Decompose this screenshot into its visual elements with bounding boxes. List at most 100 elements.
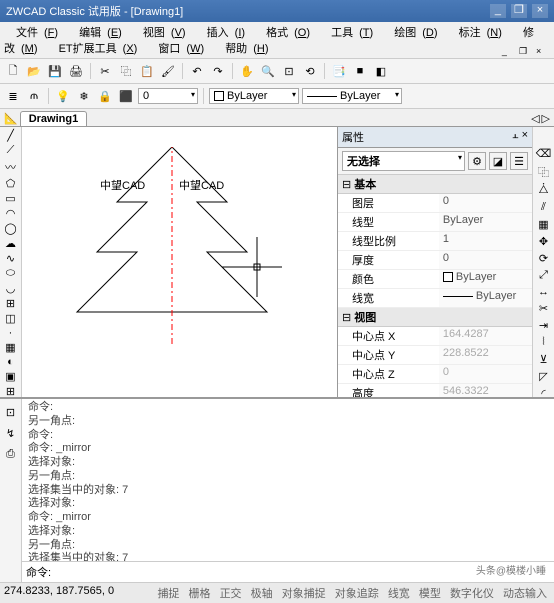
menu-draw[interactable]: 绘图(D): [382, 25, 443, 41]
plot-layer-icon[interactable]: ⬛: [117, 87, 135, 105]
lock-icon[interactable]: 🔒: [96, 87, 114, 105]
status-polar[interactable]: 极轴: [251, 588, 273, 600]
redo-icon[interactable]: ↷: [209, 62, 227, 80]
rotate-icon[interactable]: ⟳: [535, 252, 553, 265]
status-otrack[interactable]: 对象追踪: [335, 588, 379, 600]
polygon-icon[interactable]: ⬠: [2, 177, 20, 190]
menu-window[interactable]: 窗口(W): [146, 41, 210, 57]
linetype-select[interactable]: ByLayer: [302, 88, 402, 104]
tab-nav-left-icon[interactable]: ◁: [531, 112, 539, 125]
properties-pin-icon[interactable]: ⫠: [512, 129, 519, 141]
revcloud-icon[interactable]: ☁: [2, 237, 20, 250]
tab-drawing1[interactable]: Drawing1: [20, 111, 88, 126]
pan-icon[interactable]: ✋: [238, 62, 256, 80]
tool-palette-icon[interactable]: ◧: [372, 62, 390, 80]
status-model[interactable]: 模型: [419, 588, 441, 600]
cmd-tool-1-icon[interactable]: ⊡: [2, 403, 20, 421]
print-icon[interactable]: 🖨: [67, 62, 85, 80]
offset-icon[interactable]: ⫽: [535, 201, 553, 214]
join-icon[interactable]: ⊻: [535, 353, 553, 366]
menu-file[interactable]: 文件(F): [4, 25, 64, 41]
array-icon[interactable]: ▦: [535, 218, 553, 231]
stretch-icon[interactable]: ↔: [535, 286, 553, 298]
category-view[interactable]: 视图: [338, 308, 532, 327]
toggle-pim-icon[interactable]: ☰: [510, 152, 528, 170]
extend-icon[interactable]: ⇥: [535, 319, 553, 332]
layer-manager-icon[interactable]: ≣: [4, 87, 22, 105]
menu-edit[interactable]: 编辑(E): [67, 25, 128, 41]
ellipse-arc-icon[interactable]: ◡: [2, 282, 20, 295]
select-objects-icon[interactable]: ◪: [489, 152, 507, 170]
doc-restore-button[interactable]: ❐: [513, 44, 527, 56]
menu-dim[interactable]: 标注(N): [447, 25, 508, 41]
menu-tools[interactable]: 工具(T): [319, 25, 379, 41]
region-icon[interactable]: ▣: [2, 370, 20, 383]
move-icon[interactable]: ✥: [535, 235, 553, 248]
spline-icon[interactable]: ∿: [2, 252, 20, 265]
freeze-icon[interactable]: ❄: [75, 87, 93, 105]
cmd-tool-2-icon[interactable]: ↯: [2, 424, 20, 442]
drawing-canvas[interactable]: 中望CAD 中望CAD X Y X Y: [22, 127, 337, 397]
table-icon[interactable]: ⊞: [2, 385, 20, 397]
break-icon[interactable]: ⦚: [535, 336, 553, 349]
circle-icon[interactable]: ◯: [2, 222, 20, 235]
cmd-tool-3-icon[interactable]: ⎙: [2, 445, 20, 463]
zoom-icon[interactable]: 🔍: [259, 62, 277, 80]
zoom-prev-icon[interactable]: ⟲: [301, 62, 319, 80]
scale-icon[interactable]: ⤢: [535, 269, 553, 282]
status-dyninput[interactable]: 动态输入: [503, 588, 547, 600]
erase-icon[interactable]: ⌫: [535, 147, 553, 160]
status-grid[interactable]: 栅格: [189, 588, 211, 600]
window-minimize-button[interactable]: _: [490, 4, 506, 18]
rectangle-icon[interactable]: ▭: [2, 192, 20, 205]
bulb-on-icon[interactable]: 💡: [54, 87, 72, 105]
status-dyn[interactable]: 数字化仪: [450, 588, 494, 600]
color-select[interactable]: ByLayer: [209, 88, 299, 104]
line-icon[interactable]: ╱: [2, 129, 20, 142]
open-file-icon[interactable]: 📂: [25, 62, 43, 80]
trim-icon[interactable]: ✂: [535, 302, 553, 315]
make-block-icon[interactable]: ◫: [2, 312, 20, 325]
ellipse-icon[interactable]: ⬭: [2, 267, 20, 280]
chamfer-icon[interactable]: ◸: [535, 370, 553, 383]
new-file-icon[interactable]: 🗋: [4, 62, 22, 80]
polyline-icon[interactable]: 〰: [2, 159, 20, 175]
copy-icon[interactable]: ⿻: [117, 62, 135, 80]
xline-icon[interactable]: ⟋: [2, 144, 20, 157]
gradient-icon[interactable]: ◐: [2, 356, 20, 368]
undo-icon[interactable]: ↶: [188, 62, 206, 80]
properties-icon[interactable]: 📑: [330, 62, 348, 80]
tab-nav-right-icon[interactable]: ▷: [542, 112, 550, 125]
menu-insert[interactable]: 插入(I): [195, 25, 251, 41]
status-ortho[interactable]: 正交: [220, 588, 242, 600]
window-maximize-button[interactable]: ❐: [511, 4, 527, 18]
layer-states-icon[interactable]: ⫙: [25, 87, 43, 105]
menu-format[interactable]: 格式(O): [254, 25, 316, 41]
doc-close-button[interactable]: ×: [530, 44, 544, 56]
command-log[interactable]: 命令:另一角点:命令:命令: _mirror选择对象:另一角点:选择集当中的对象…: [22, 399, 554, 561]
menu-help[interactable]: 帮助(H): [213, 41, 274, 57]
window-close-button[interactable]: ×: [532, 4, 548, 18]
design-center-icon[interactable]: ■: [351, 62, 369, 80]
insert-block-icon[interactable]: ⊞: [2, 297, 20, 310]
mirror-icon[interactable]: ⧊: [535, 184, 553, 197]
cut-icon[interactable]: ✂: [96, 62, 114, 80]
zoom-window-icon[interactable]: ⊡: [280, 62, 298, 80]
paste-icon[interactable]: 📋: [138, 62, 156, 80]
hatch-icon[interactable]: ▦: [2, 341, 20, 354]
doc-minimize-button[interactable]: _: [496, 44, 510, 56]
menu-view[interactable]: 视图(V): [131, 25, 192, 41]
match-icon[interactable]: 🖌: [159, 62, 177, 80]
point-icon[interactable]: ·: [2, 327, 20, 339]
quick-select-icon[interactable]: ⚙: [468, 152, 486, 170]
arc-icon[interactable]: ◠: [2, 207, 20, 220]
save-icon[interactable]: 💾: [46, 62, 64, 80]
status-lwt[interactable]: 线宽: [388, 588, 410, 600]
properties-close-icon[interactable]: ×: [522, 129, 528, 141]
status-osnap[interactable]: 对象捕捉: [282, 588, 326, 600]
menu-et[interactable]: ET扩展工具(X): [47, 41, 144, 57]
category-basic[interactable]: 基本: [338, 175, 532, 194]
status-snap[interactable]: 捕捉: [157, 588, 179, 600]
layer-select[interactable]: 0: [138, 88, 198, 104]
selection-filter-select[interactable]: 无选择: [342, 151, 465, 171]
